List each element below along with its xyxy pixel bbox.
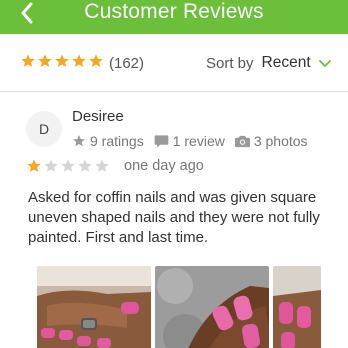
star-empty-icon: [78, 159, 92, 172]
star-filled-icon: [27, 159, 41, 172]
camera-icon: [234, 135, 250, 147]
star-filled-icon: [21, 54, 35, 67]
star-filled-icon: [89, 54, 103, 67]
star-empty-icon: [44, 159, 58, 172]
review-rating-row: one day ago: [26, 158, 204, 174]
star-filled-icon: [72, 54, 86, 67]
rating-summary: (162) Sort by Recent: [0, 34, 348, 92]
review-date: one day ago: [124, 158, 204, 174]
page-title: Customer Reviews: [84, 0, 264, 23]
review-count: (162): [109, 55, 145, 72]
back-button[interactable]: [14, 0, 40, 26]
app-header: Customer Reviews: [0, 0, 348, 34]
sort-dropdown[interactable]: Sort by Recent: [206, 54, 331, 72]
chevron-down-icon: [318, 60, 331, 67]
photos-count: 3 photos: [234, 133, 308, 149]
sort-value: Recent: [261, 54, 311, 71]
review-stars: [26, 158, 110, 174]
sort-label: Sort by: [206, 54, 254, 72]
star-filled-icon: [55, 54, 69, 67]
summary-stars: [20, 53, 104, 69]
review-photo[interactable]: [37, 266, 151, 348]
reviews-count: 1 review: [154, 133, 225, 149]
ratings-count: 9 ratings: [72, 133, 144, 149]
review-photo[interactable]: [273, 266, 321, 348]
avatar[interactable]: D: [26, 111, 62, 147]
comment-icon: [154, 135, 169, 148]
reviewer-name[interactable]: Desiree: [72, 108, 124, 125]
review-photos: [37, 266, 321, 348]
review-photo[interactable]: [155, 266, 269, 348]
chevron-left-icon: [21, 2, 33, 24]
reviewer-meta: 9 ratings 1 review 3 photos: [72, 133, 318, 149]
review-card: D Desiree 9 ratings 1 review 3 photos on: [0, 92, 348, 348]
star-icon: [73, 135, 85, 147]
star-empty-icon: [95, 159, 109, 172]
avatar-initial: D: [38, 121, 50, 137]
star-filled-icon: [38, 54, 52, 67]
review-text: Asked for coffin nails and was given squ…: [28, 189, 320, 246]
star-empty-icon: [61, 159, 75, 172]
